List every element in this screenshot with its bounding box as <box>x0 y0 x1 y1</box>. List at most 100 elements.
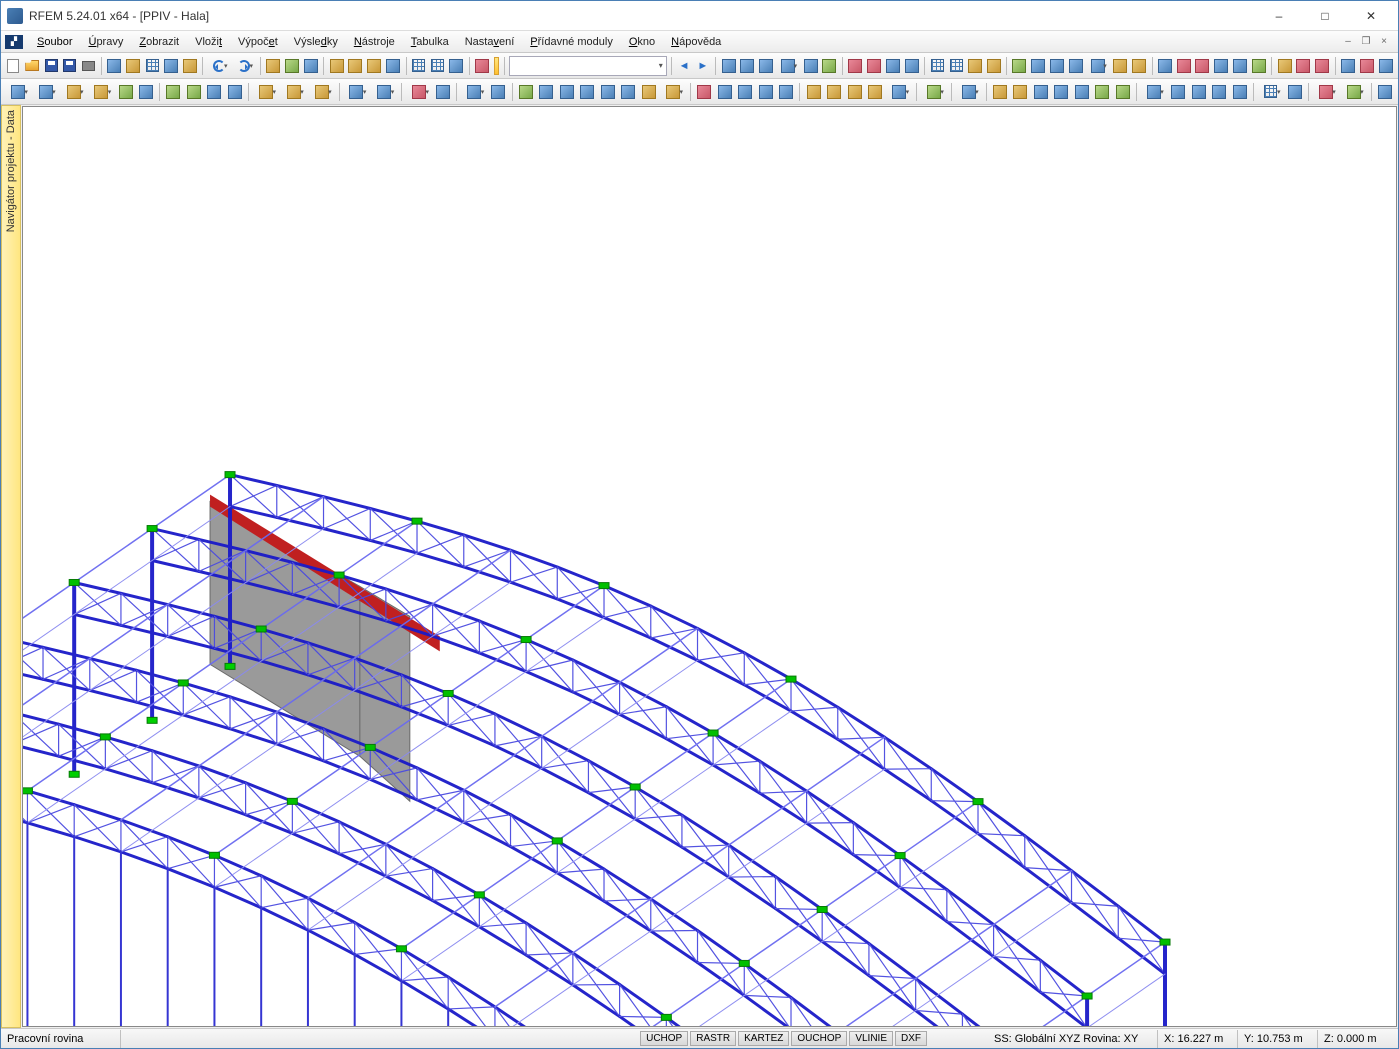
tb-50[interactable] <box>1213 56 1230 76</box>
tb-28[interactable] <box>758 56 775 76</box>
tb-35[interactable] <box>903 56 920 76</box>
menu-tabulka[interactable]: Tabulka <box>403 34 457 50</box>
t2-51[interactable] <box>1230 82 1249 102</box>
t2-31[interactable] <box>756 82 775 102</box>
t2-15[interactable] <box>371 82 397 102</box>
tb-45[interactable] <box>1112 56 1129 76</box>
prev-button[interactable]: ◄ <box>676 56 693 76</box>
menu-vlozit[interactable]: Vložit <box>187 34 230 50</box>
menu-zobrazit[interactable]: Zobrazit <box>131 34 187 50</box>
menu-okno[interactable]: Okno <box>621 34 663 50</box>
t2-47[interactable] <box>1141 82 1167 102</box>
menu-vypocet[interactable]: Výpočet <box>230 34 286 50</box>
t2-18[interactable] <box>461 82 487 102</box>
t2-37[interactable] <box>886 82 912 102</box>
minimize-button[interactable]: – <box>1256 1 1302 31</box>
t2-3[interactable] <box>61 82 87 102</box>
t2-35[interactable] <box>845 82 864 102</box>
t2-19[interactable] <box>489 82 508 102</box>
t2-34[interactable] <box>825 82 844 102</box>
t2-38[interactable] <box>921 82 947 102</box>
toggle-kartez[interactable]: KARTEZ <box>738 1031 789 1046</box>
t2-6[interactable] <box>137 82 156 102</box>
t2-16[interactable] <box>406 82 432 102</box>
close-button[interactable]: ✕ <box>1348 1 1394 31</box>
tb-32[interactable] <box>847 56 864 76</box>
t2-9[interactable] <box>205 82 224 102</box>
tb-7[interactable] <box>125 56 142 76</box>
undo-button[interactable] <box>207 56 230 76</box>
t2-27[interactable] <box>660 82 686 102</box>
tb-13[interactable] <box>265 56 282 76</box>
t2-4[interactable] <box>88 82 114 102</box>
tb-42[interactable] <box>1049 56 1066 76</box>
t2-30[interactable] <box>736 82 755 102</box>
t2-21[interactable] <box>537 82 556 102</box>
tb-36[interactable] <box>929 56 946 76</box>
t2-49[interactable] <box>1189 82 1208 102</box>
t2-54[interactable] <box>1313 82 1339 102</box>
tb-9[interactable] <box>163 56 180 76</box>
tb-55[interactable] <box>1314 56 1331 76</box>
tb-51[interactable] <box>1232 56 1249 76</box>
tb-48[interactable] <box>1175 56 1192 76</box>
t2-7[interactable] <box>164 82 183 102</box>
t2-55[interactable] <box>1341 82 1367 102</box>
tb-43[interactable] <box>1068 56 1085 76</box>
tb-17[interactable] <box>347 56 364 76</box>
t2-32[interactable] <box>777 82 796 102</box>
tb-33[interactable] <box>865 56 882 76</box>
menu-soubor[interactable]: Soubor <box>29 34 80 50</box>
t2-45[interactable] <box>1093 82 1112 102</box>
tb-16[interactable] <box>328 56 345 76</box>
menu-pridavne[interactable]: Přídavné moduly <box>522 34 621 50</box>
loadcase-combo[interactable] <box>509 56 667 76</box>
tb-39[interactable] <box>985 56 1002 76</box>
tb-29[interactable] <box>777 56 800 76</box>
tb-22[interactable] <box>448 56 465 76</box>
t2-22[interactable] <box>558 82 577 102</box>
toggle-ouchop[interactable]: OUCHOP <box>791 1031 847 1046</box>
tb-6[interactable] <box>106 56 123 76</box>
print-button[interactable] <box>80 56 97 76</box>
t2-48[interactable] <box>1169 82 1188 102</box>
t2-8[interactable] <box>185 82 204 102</box>
tb-49[interactable] <box>1194 56 1211 76</box>
t2-39[interactable] <box>956 82 982 102</box>
menu-nastroje[interactable]: Nástroje <box>346 34 403 50</box>
tb-18[interactable] <box>366 56 383 76</box>
saveall-button[interactable] <box>62 56 79 76</box>
t2-40[interactable] <box>991 82 1010 102</box>
open-button[interactable] <box>24 56 41 76</box>
redo-button[interactable] <box>233 56 256 76</box>
t2-23[interactable] <box>578 82 597 102</box>
tb-26[interactable] <box>720 56 737 76</box>
t2-50[interactable] <box>1210 82 1229 102</box>
t2-36[interactable] <box>866 82 885 102</box>
tb-52[interactable] <box>1251 56 1268 76</box>
next-button[interactable]: ► <box>694 56 711 76</box>
tb-46[interactable] <box>1131 56 1148 76</box>
t2-43[interactable] <box>1052 82 1071 102</box>
t2-20[interactable] <box>517 82 536 102</box>
mdi-close-icon[interactable]: × <box>1376 36 1392 47</box>
t2-56[interactable] <box>1376 82 1395 102</box>
mdi-restore-icon[interactable]: ❐ <box>1358 36 1374 47</box>
tb-37[interactable] <box>948 56 965 76</box>
t2-13[interactable] <box>309 82 335 102</box>
t2-42[interactable] <box>1032 82 1051 102</box>
t2-1[interactable] <box>5 82 31 102</box>
tb-19[interactable] <box>385 56 402 76</box>
t2-26[interactable] <box>640 82 659 102</box>
t2-10[interactable] <box>226 82 245 102</box>
sidebar-navigator[interactable]: Navigátor projektu - Data <box>1 105 21 1028</box>
t2-28[interactable] <box>695 82 714 102</box>
tb-34[interactable] <box>884 56 901 76</box>
menu-vysledky[interactable]: Výsledky <box>286 34 346 50</box>
tb-58[interactable] <box>1377 56 1394 76</box>
t2-44[interactable] <box>1073 82 1092 102</box>
t2-12[interactable] <box>281 82 307 102</box>
t2-2[interactable] <box>33 82 59 102</box>
tb-53[interactable] <box>1276 56 1293 76</box>
toggle-vlinie[interactable]: VLINIE <box>849 1031 893 1046</box>
